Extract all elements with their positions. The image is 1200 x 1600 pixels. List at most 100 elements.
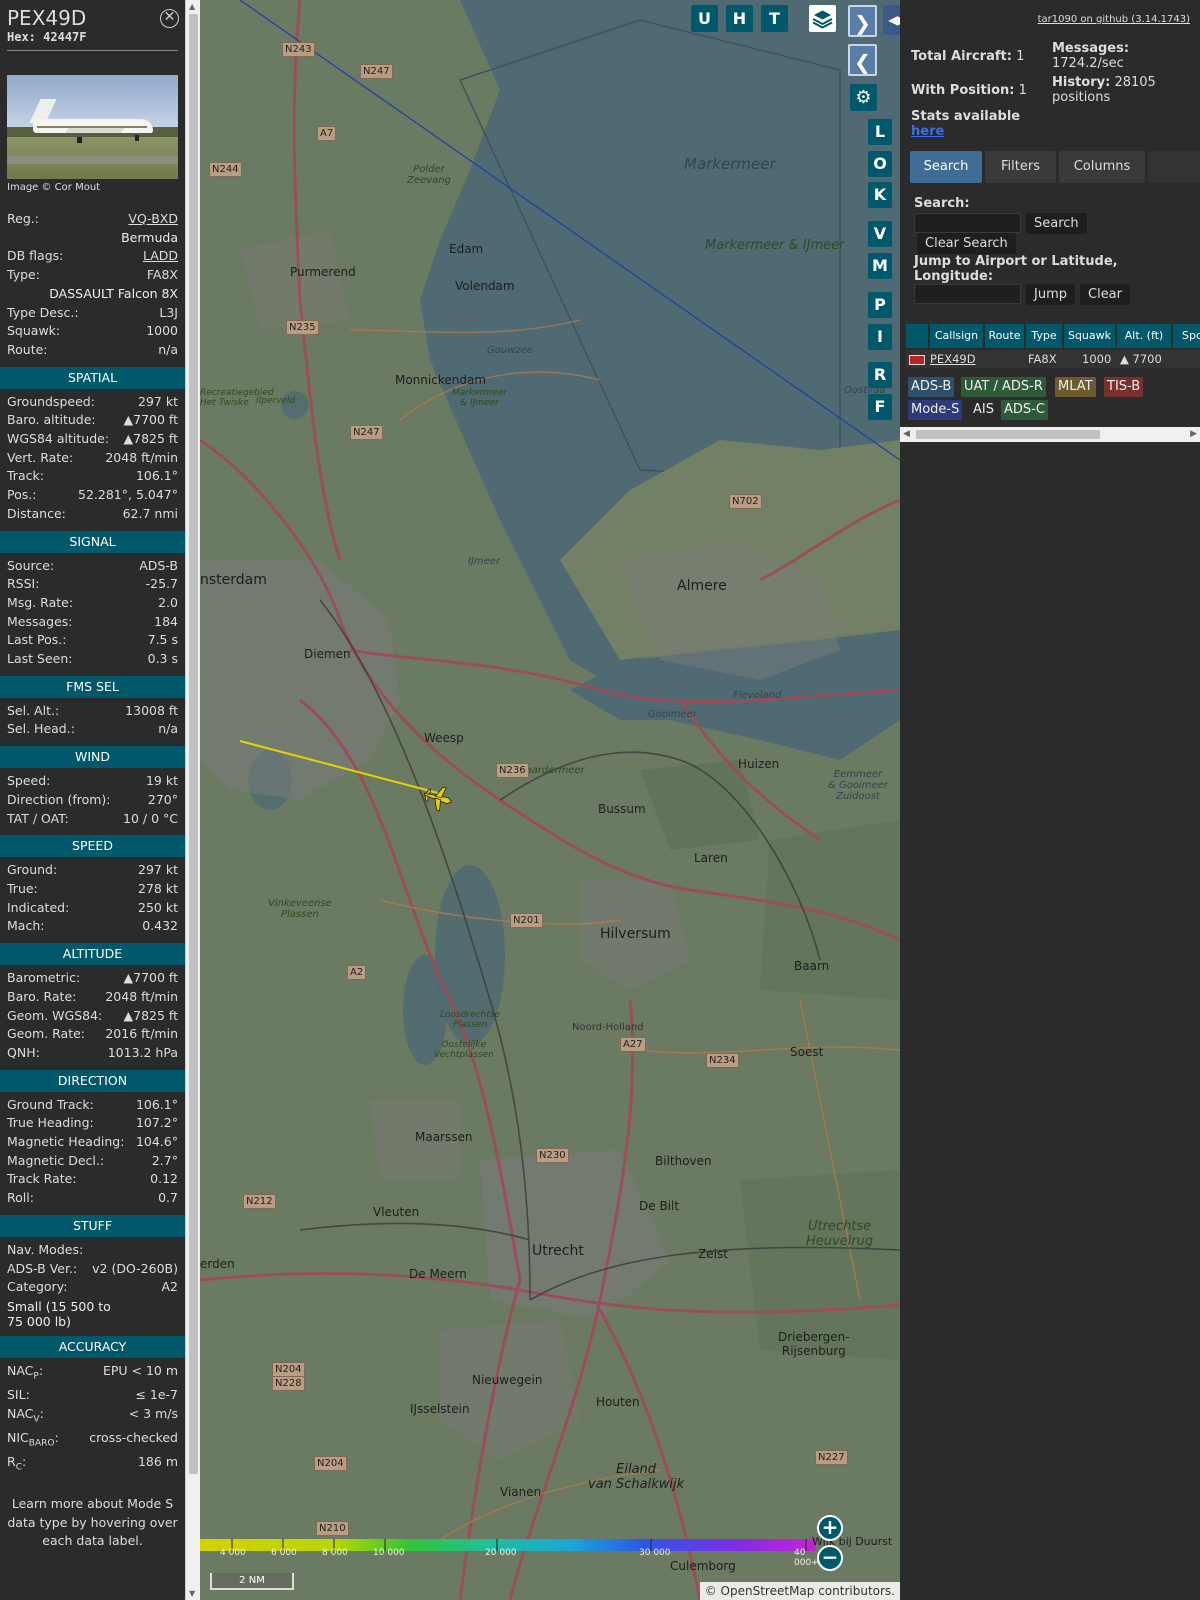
section-header-speed[interactable]: SPEED: [0, 835, 185, 858]
section-header-wind[interactable]: WIND: [0, 746, 185, 769]
info-row-label[interactable]: NICBARO:: [7, 1429, 59, 1453]
info-row-label[interactable]: RSSI:: [7, 575, 39, 594]
info-row-label[interactable]: Category:: [7, 1278, 67, 1297]
table-header-type[interactable]: Type: [1026, 324, 1063, 348]
info-row-label[interactable]: Vert. Rate:: [7, 449, 73, 468]
info-row-label[interactable]: RC:: [7, 1453, 26, 1477]
info-row-label[interactable]: Geom. WGS84:: [7, 1007, 102, 1026]
info-row-label[interactable]: Distance:: [7, 505, 66, 524]
info-row-label[interactable]: Last Pos.:: [7, 631, 66, 650]
info-row-label[interactable]: Ground Track:: [7, 1096, 94, 1115]
row-callsign[interactable]: PEX49D: [930, 350, 976, 368]
info-row-label[interactable]: Ground:: [7, 861, 57, 880]
info-row-label[interactable]: NACP:: [7, 1362, 43, 1386]
legend-badge[interactable]: UAT / ADS-R: [961, 377, 1046, 397]
info-row-label[interactable]: Geom. Rate:: [7, 1025, 85, 1044]
info-row-label[interactable]: True Heading:: [7, 1114, 94, 1133]
toggle-button-t[interactable]: T: [761, 5, 788, 32]
info-row-label[interactable]: Direction (from):: [7, 791, 111, 810]
github-link[interactable]: tar1090 on github (3.14.1743): [1038, 14, 1190, 25]
info-row-label[interactable]: Source:: [7, 557, 54, 576]
info-row-label[interactable]: Msg. Rate:: [7, 594, 73, 613]
table-horizontal-scrollbar[interactable]: ◀ ▶: [900, 427, 1200, 442]
section-header-accuracy[interactable]: ACCURACY: [0, 1335, 185, 1358]
table-header-callsign[interactable]: Callsign: [930, 324, 984, 348]
toggle-button-f[interactable]: F: [868, 394, 892, 420]
legend-badge[interactable]: MLAT: [1055, 377, 1096, 397]
zoom-out-button[interactable]: −: [817, 1545, 843, 1571]
zoom-in-button[interactable]: +: [817, 1515, 843, 1541]
info-row-label[interactable]: Messages:: [7, 613, 73, 632]
tab-columns[interactable]: Columns: [1059, 151, 1145, 183]
info-row-label[interactable]: Barometric:: [7, 969, 80, 988]
tab-extra[interactable]: [1148, 151, 1200, 183]
expand-right-button[interactable]: ❯: [848, 5, 877, 37]
map-attribution[interactable]: © OpenStreetMap contributors.: [699, 1582, 900, 1600]
info-row-label[interactable]: Last Seen:: [7, 650, 72, 669]
toggle-button-m[interactable]: M: [868, 253, 892, 279]
close-icon[interactable]: ✕: [160, 9, 179, 28]
section-header-fms-sel[interactable]: FMS SEL: [0, 675, 185, 698]
info-scrollbar[interactable]: ▲ ▼: [185, 0, 200, 1600]
scroll-down-arrow-icon[interactable]: ▼: [189, 1589, 195, 1598]
clear-search-button[interactable]: Clear Search: [917, 233, 1016, 254]
info-row-label[interactable]: Nav. Modes:: [7, 1241, 83, 1260]
stats-link[interactable]: here: [911, 124, 944, 139]
toggle-button-r[interactable]: R: [868, 362, 892, 388]
legend-badge[interactable]: TIS-B: [1104, 377, 1144, 397]
collapse-left-button[interactable]: ❮: [848, 44, 877, 76]
info-row-label[interactable]: True:: [7, 880, 38, 899]
section-header-altitude[interactable]: ALTITUDE: [0, 943, 185, 966]
info-row-label[interactable]: Track Rate:: [7, 1170, 77, 1189]
toggle-sidebar-button[interactable]: ◀▶: [883, 5, 900, 35]
table-header-altitude[interactable]: Alt. (ft): [1117, 324, 1172, 348]
table-header-squawk[interactable]: Squawk: [1064, 324, 1116, 348]
clear-jump-button[interactable]: Clear: [1080, 284, 1130, 305]
info-row-label[interactable]: TAT / OAT:: [7, 810, 69, 829]
jump-button[interactable]: Jump: [1026, 284, 1075, 305]
toggle-button-u[interactable]: U: [691, 5, 718, 32]
info-row-label[interactable]: WGS84 altitude:: [7, 430, 109, 449]
info-row-label[interactable]: Sel. Alt.:: [7, 702, 59, 721]
toggle-button-l[interactable]: L: [868, 119, 892, 145]
settings-gear-icon[interactable]: ⚙: [850, 84, 877, 111]
table-header-speed[interactable]: Spd: [1173, 324, 1200, 348]
search-input[interactable]: [914, 213, 1021, 233]
tab-search[interactable]: Search: [910, 151, 982, 183]
legend-badge[interactable]: AIS: [970, 400, 997, 420]
legend-badge[interactable]: ADS-C: [1001, 400, 1048, 420]
section-header-direction[interactable]: DIRECTION: [0, 1069, 185, 1092]
info-row-label[interactable]: Roll:: [7, 1189, 34, 1208]
scroll-up-arrow-icon[interactable]: ▲: [189, 2, 195, 11]
jump-input[interactable]: [914, 284, 1021, 304]
search-button[interactable]: Search: [1026, 213, 1087, 234]
section-header-spatial[interactable]: SPATIAL: [0, 366, 185, 389]
scrollbar-thumb[interactable]: [189, 14, 198, 1474]
map-view[interactable]: Markermeer Markermeer & IJmeer IJmeer Al…: [200, 0, 900, 1600]
info-row-label[interactable]: Sel. Head.:: [7, 720, 75, 739]
info-row-label[interactable]: ADS-B Ver.:: [7, 1260, 77, 1279]
info-row-label[interactable]: Baro. Rate:: [7, 988, 76, 1007]
info-row-label[interactable]: Mach:: [7, 917, 44, 936]
tab-filters[interactable]: Filters: [985, 151, 1056, 183]
info-row-label[interactable]: Speed:: [7, 772, 50, 791]
info-field-value[interactable]: VQ-BXD: [128, 210, 178, 229]
toggle-button-o[interactable]: O: [868, 151, 892, 177]
legend-badge[interactable]: ADS-B: [908, 377, 955, 397]
section-header-signal[interactable]: SIGNAL: [0, 530, 185, 553]
info-row-label[interactable]: Magnetic Heading:: [7, 1133, 124, 1152]
toggle-button-h[interactable]: H: [726, 5, 753, 32]
info-row-label[interactable]: Magnetic Decl.:: [7, 1152, 104, 1171]
toggle-button-i[interactable]: I: [868, 324, 892, 350]
info-field-value[interactable]: LADD: [143, 247, 178, 266]
info-row-label[interactable]: Groundspeed:: [7, 393, 95, 412]
legend-badge[interactable]: Mode-S: [908, 400, 963, 420]
info-row-label[interactable]: Track:: [7, 467, 44, 486]
toggle-button-k[interactable]: K: [868, 182, 892, 208]
info-row-label[interactable]: Baro. altitude:: [7, 411, 96, 430]
toggle-button-p[interactable]: P: [868, 292, 892, 318]
aircraft-photo[interactable]: [7, 75, 178, 179]
section-header-stuff[interactable]: STUFF: [0, 1214, 185, 1237]
table-header-route[interactable]: Route: [985, 324, 1025, 348]
toggle-button-v[interactable]: V: [868, 221, 892, 247]
